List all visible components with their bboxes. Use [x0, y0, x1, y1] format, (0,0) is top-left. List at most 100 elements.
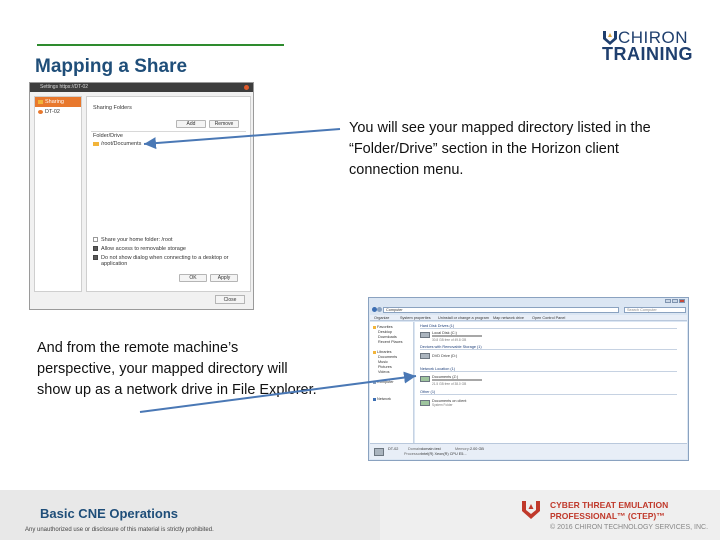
explorer-content: Hard Disk Drives (1) Local Disk (C:) 30.… [415, 322, 687, 443]
slide: Mapping a Share CHIRON TRAINING Settings… [0, 0, 720, 540]
sidebar-item-dt-02[interactable]: DT-02 [35, 107, 81, 117]
settings-dialog-screenshot: Settings https://DT-02 Sharing DT-02 Sha… [29, 82, 254, 310]
folder-entry-path: /root/Documents [101, 141, 142, 147]
nav-label: Libraries [377, 350, 392, 354]
group-divider [420, 394, 677, 395]
divider [91, 131, 246, 132]
nav-label: Network [377, 397, 391, 401]
folder-entry[interactable]: /root/Documents [93, 141, 141, 147]
close-icon[interactable] [679, 299, 685, 303]
status-name: DT-02 [388, 447, 399, 451]
nav-label: Desktop [378, 330, 392, 334]
brand-line-1: CYBER THREAT EMULATION [550, 500, 669, 510]
remove-button[interactable]: Remove [209, 120, 239, 128]
nav-computer[interactable]: Computer [373, 380, 394, 384]
sharing-folders-title: Sharing Folders [93, 105, 132, 111]
network-drive-icon [420, 376, 430, 382]
cmd-open-control-panel[interactable]: Open Control Panel [532, 316, 565, 320]
nav-music[interactable]: Music [378, 360, 388, 364]
other-documents-type: System Folder [432, 403, 453, 407]
nav-pictures[interactable]: Pictures [378, 365, 392, 369]
dialog-titlebar: Settings https://DT-02 [30, 83, 253, 92]
nav-favorites[interactable]: Favorites [373, 325, 393, 329]
desktop-icon [38, 110, 43, 114]
dvd-drive-icon [420, 353, 430, 359]
folder-icon [38, 100, 43, 104]
nav-label: Computer [377, 380, 394, 384]
status-memory-value: 2.00 GB [470, 447, 484, 451]
group-divider [420, 349, 677, 350]
drive-network-free: 21.5 GB free of 38.0 GB [432, 382, 467, 386]
chiron-logo: CHIRON TRAINING [602, 28, 694, 64]
option-label: Allow access to removable storage [101, 246, 186, 252]
cmd-system-properties[interactable]: System properties [400, 316, 431, 320]
nav-documents[interactable]: Documents [378, 355, 397, 359]
brand-line-2: PROFESSIONAL™ (CTEP)™ [550, 511, 665, 521]
checkbox-checked-icon [93, 246, 98, 251]
address-bar[interactable]: Computer [383, 307, 619, 313]
search-input[interactable]: Search Computer [624, 307, 686, 313]
nav-downloads[interactable]: Downloads [378, 335, 397, 339]
minimize-icon[interactable] [665, 299, 671, 303]
drive-network-usage-bar [432, 379, 482, 381]
folder-drive-header: Folder/Drive [93, 133, 123, 139]
status-memory-label: Memory: [455, 447, 470, 451]
details-pane: DT-02 Domain: domain.test Memory: 2.00 G… [370, 443, 687, 459]
nav-label: Pictures [378, 365, 392, 369]
option-label: Do not show dialog when connecting to a … [101, 255, 229, 267]
nav-network[interactable]: Network [373, 397, 391, 401]
status-processor-label: Processor: [404, 452, 423, 456]
sidebar-item-sharing[interactable]: Sharing [35, 97, 81, 107]
nav-desktop[interactable]: Desktop [378, 330, 392, 334]
status-processor-value: Intel(R) Xeon(R) CPU E5... [421, 452, 467, 456]
copyright: © 2016 CHIRON TECHNOLOGY SERVICES, INC. [550, 524, 709, 531]
star-icon [373, 325, 376, 329]
drive-dvd-name[interactable]: DVD Drive (D:) [432, 354, 457, 358]
computer-icon [374, 448, 384, 456]
cmd-organize[interactable]: Organize [374, 316, 389, 320]
close-button[interactable]: Close [215, 295, 245, 304]
file-explorer-screenshot: Computer Search Computer Organize System… [368, 297, 689, 461]
add-button[interactable]: Add [176, 120, 206, 128]
command-bar: Organize System properties Uninstall or … [370, 315, 687, 321]
sidebar-item-label: DT-02 [45, 109, 60, 115]
nav-label: Documents [378, 355, 398, 359]
cmd-map-network-drive[interactable]: Map network drive [493, 316, 524, 320]
nav-label: Favorites [377, 325, 393, 329]
network-icon [373, 397, 376, 401]
sidebar-item-label: Sharing [45, 99, 64, 105]
nav-recent-places[interactable]: Recent Places [378, 340, 402, 344]
nav-label: Downloads [378, 335, 397, 339]
option-label: Share your home folder: /root [101, 237, 173, 243]
nav-label: Recent Places [378, 340, 403, 344]
apply-button[interactable]: Apply [210, 274, 238, 282]
nav-libraries[interactable]: Libraries [373, 350, 392, 354]
nav-label: Videos [378, 370, 390, 374]
drive-local-free: 30.8 GB free of 49.8 GB [432, 338, 467, 342]
settings-sidebar: Sharing DT-02 [34, 96, 82, 292]
computer-icon [373, 380, 376, 384]
folder-drive-icon [420, 400, 430, 406]
removable-storage-checkbox[interactable]: Allow access to removable storage [93, 246, 186, 252]
cmd-uninstall[interactable]: Uninstall or change a program [438, 316, 489, 320]
library-icon [373, 350, 376, 354]
forward-icon[interactable] [377, 307, 382, 312]
ok-button[interactable]: OK [179, 274, 207, 282]
share-home-checkbox[interactable]: Share your home folder: /root [93, 237, 173, 243]
status-domain-value: domain.test [421, 447, 441, 451]
slide-title: Mapping a Share [35, 56, 188, 77]
window-controls [665, 299, 685, 304]
maximize-icon[interactable] [672, 299, 678, 303]
footer-title: Basic CNE Operations [40, 506, 178, 521]
ctep-shield-icon [522, 501, 540, 519]
dialog-title: Settings https://DT-02 [40, 84, 89, 90]
nav-videos[interactable]: Videos [378, 370, 390, 374]
footer-note: Any unauthorized use or disclosure of th… [25, 527, 214, 533]
dialog-close-icon[interactable] [244, 85, 249, 90]
address-text: Computer [386, 308, 403, 312]
folder-icon [93, 142, 99, 146]
group-divider [420, 328, 677, 329]
drive-local-usage-bar [432, 335, 482, 337]
no-dialog-checkbox[interactable]: Do not show dialog when connecting to a … [93, 255, 250, 267]
hard-drive-icon [420, 332, 430, 338]
